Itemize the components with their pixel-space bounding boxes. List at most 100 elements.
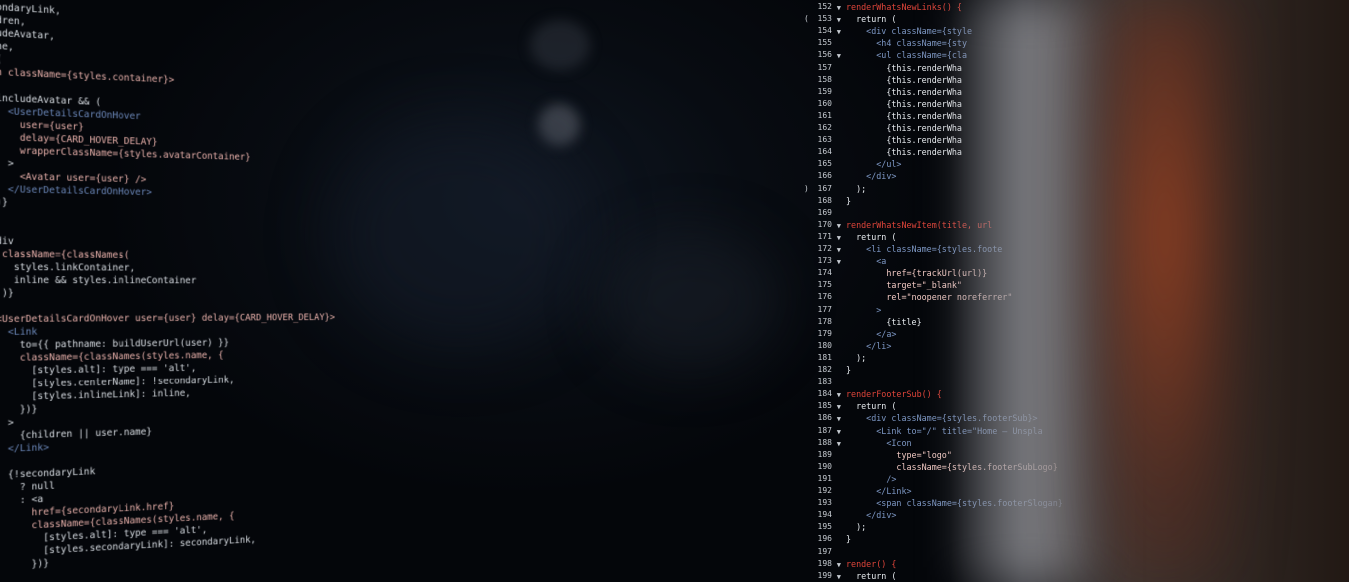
right-code-line: type="logo" xyxy=(846,449,952,461)
line-number: 191 xyxy=(818,473,832,485)
right-code-line: </a> xyxy=(846,328,896,340)
right-code-line: target="_blank" xyxy=(846,279,962,291)
right-code-line: ); xyxy=(846,352,866,364)
line-number: 182 xyxy=(818,364,832,376)
left-code-line: className={classNames( xyxy=(0,248,129,262)
line-number: 168 xyxy=(818,195,832,207)
line-number: 179 xyxy=(818,328,832,340)
fold-arrow-icon[interactable]: ▼ xyxy=(837,413,841,425)
right-code-line: {this.renderWha xyxy=(846,134,962,146)
fold-arrow-icon[interactable]: ▼ xyxy=(837,26,841,38)
right-code-line: render() { xyxy=(846,558,896,570)
line-number: 162 xyxy=(818,122,832,134)
right-code-line: } xyxy=(846,195,851,207)
fold-arrow-icon[interactable]: ▼ xyxy=(837,571,841,582)
line-number: 178 xyxy=(818,316,832,328)
line-number-gutter: 152 ▼ 153 ▼(154 ▼ 155 156 ▼ 157 158 159 160 161 162 16… xyxy=(804,0,842,582)
left-code-line: })} xyxy=(0,557,49,573)
left-code-line: <UserDetailsCardOnHover user={user} dela… xyxy=(0,312,335,326)
right-code-line: {this.renderWha xyxy=(846,62,962,74)
left-code-line: ( xyxy=(0,53,2,66)
right-code-line: {this.renderWha xyxy=(846,110,962,122)
left-code-line: div xyxy=(0,235,14,248)
left-code-line: ne, xyxy=(0,40,14,54)
line-number: 155 xyxy=(818,37,832,49)
right-code-line: </div> xyxy=(846,170,896,182)
right-code-line: ); xyxy=(846,183,866,195)
line-number: 187 xyxy=(818,425,832,437)
right-code-line: </ul> xyxy=(846,158,901,170)
right-code-line: } xyxy=(846,533,851,545)
bokeh-light-1 xyxy=(538,104,580,146)
line-number: 154 xyxy=(818,25,832,37)
line-number: 159 xyxy=(818,86,832,98)
line-number: 175 xyxy=(818,279,832,291)
line-number: 189 xyxy=(818,449,832,461)
line-number: 174 xyxy=(818,267,832,279)
line-number: 163 xyxy=(818,134,832,146)
right-code-line: {this.renderWha xyxy=(846,74,962,86)
fold-arrow-icon[interactable]: ▼ xyxy=(837,559,841,571)
blurred-white-highlight xyxy=(960,0,1100,582)
right-code-line: </Link> xyxy=(846,485,912,497)
bracket-marker: ( xyxy=(804,13,809,25)
right-code-line: {this.renderWha xyxy=(846,122,962,134)
line-number: 167 xyxy=(818,183,832,195)
right-code-line: renderWhatsNewLinks() { xyxy=(846,1,962,13)
right-code-line: <h4 className={sty xyxy=(846,37,967,49)
line-number: 177 xyxy=(818,304,832,316)
left-code-line: <Link xyxy=(0,326,37,339)
line-number: 186 xyxy=(818,412,832,424)
left-code-line: wrapperClassName={styles.avatarContainer… xyxy=(0,144,251,164)
left-code-line: [styles.inlineLink]: inline, xyxy=(0,387,191,404)
right-code-line: ); xyxy=(846,521,866,533)
fold-arrow-icon[interactable]: ▼ xyxy=(837,256,841,268)
right-code-line: {this.renderWha xyxy=(846,146,962,158)
right-code-line: return ( xyxy=(846,570,896,582)
fold-arrow-icon[interactable]: ▼ xyxy=(837,244,841,256)
line-number: 193 xyxy=(818,497,832,509)
right-code-line: } xyxy=(846,364,851,376)
line-number: 161 xyxy=(818,110,832,122)
line-number: 153 xyxy=(818,13,832,25)
left-code-line: </UserDetailsCardOnHover> xyxy=(0,183,152,199)
line-number: 176 xyxy=(818,291,832,303)
line-number: 194 xyxy=(818,509,832,521)
line-number: 165 xyxy=(818,158,832,170)
right-code-line: return ( xyxy=(846,13,896,25)
blurred-orange-highlight xyxy=(1090,0,1240,582)
line-number: 156 xyxy=(818,49,832,61)
fold-arrow-icon[interactable]: ▼ xyxy=(837,438,841,450)
left-code-line: })} xyxy=(0,403,37,417)
right-code-line: <a xyxy=(846,255,886,267)
fold-arrow-icon[interactable]: ▼ xyxy=(837,2,841,14)
line-number: 197 xyxy=(818,546,832,558)
fold-arrow-icon[interactable]: ▼ xyxy=(837,389,841,401)
bokeh-light-2 xyxy=(530,20,590,70)
line-number: 170 xyxy=(818,219,832,231)
fold-arrow-icon[interactable]: ▼ xyxy=(837,401,841,413)
line-number: 171 xyxy=(818,231,832,243)
right-code-line: return ( xyxy=(846,231,896,243)
left-code-line: )} xyxy=(0,287,14,300)
fold-arrow-icon[interactable]: ▼ xyxy=(837,50,841,62)
fold-arrow-icon[interactable]: ▼ xyxy=(837,14,841,26)
right-code-line: {this.renderWha xyxy=(846,98,962,110)
fold-arrow-icon[interactable]: ▼ xyxy=(837,232,841,244)
line-number: 180 xyxy=(818,340,832,352)
fold-arrow-icon[interactable]: ▼ xyxy=(837,220,841,232)
left-code-line: dren, xyxy=(0,14,26,29)
right-code-line: <ul className={cla xyxy=(846,49,967,61)
fold-arrow-icon[interactable]: ▼ xyxy=(837,426,841,438)
line-number: 166 xyxy=(818,170,832,182)
line-number: 160 xyxy=(818,98,832,110)
line-number: 158 xyxy=(818,74,832,86)
right-code-line: {this.renderWha xyxy=(846,86,962,98)
bracket-marker: ) xyxy=(804,183,809,195)
line-number: 199 xyxy=(818,570,832,582)
left-code-line: </Link> xyxy=(0,441,49,456)
line-number: 173 xyxy=(818,255,832,267)
left-code-line: > xyxy=(0,157,14,170)
bokeh-shadow-2 xyxy=(600,230,780,370)
line-number: 152 xyxy=(818,1,832,13)
